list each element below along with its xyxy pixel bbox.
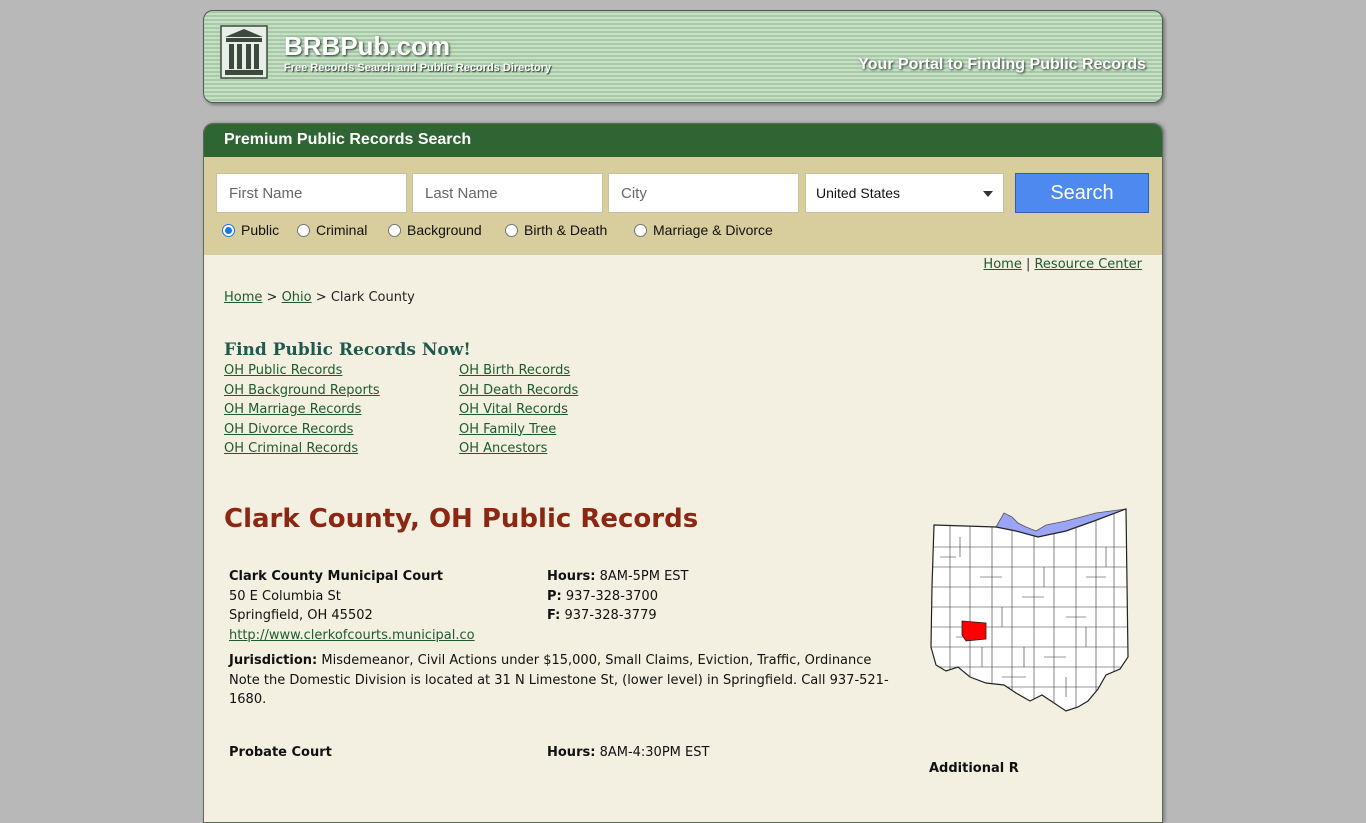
radio-dot-icon (297, 223, 310, 237)
resource-center-link[interactable]: Resource Center (1034, 257, 1142, 272)
office-note: Note the Domestic Division is located at… (229, 672, 889, 708)
city-input[interactable] (608, 173, 799, 213)
main-panel: Premium Public Records Search United Sta… (203, 123, 1163, 823)
radio-criminal[interactable]: Criminal (297, 222, 367, 238)
search-form: United States Search Public Criminal Bac… (204, 157, 1162, 255)
office-name: Probate Court (229, 745, 332, 760)
last-name-input[interactable] (412, 173, 603, 213)
breadcrumb-current: Clark County (330, 290, 415, 305)
office-fax: 937-328-3779 (564, 608, 657, 623)
office-contact: Hours: 8AM-5PM EST P: 937-328-3700 F: 93… (547, 569, 689, 623)
link-oh-birth-records[interactable]: OH Birth Records (459, 363, 570, 378)
ohio-outline (930, 508, 1129, 712)
breadcrumb: Home > Ohio > Clark County (224, 290, 415, 305)
link-oh-death-records[interactable]: OH Death Records (459, 383, 578, 398)
top-home-link[interactable]: Home (983, 257, 1021, 272)
radio-dot-icon (505, 223, 518, 237)
find-links-right: OH Birth Records OH Death Records OH Vit… (459, 363, 578, 461)
link-oh-vital-records[interactable]: OH Vital Records (459, 402, 568, 417)
office-contact: Hours: 8AM-4:30PM EST (547, 745, 710, 760)
breadcrumb-ohio[interactable]: Ohio (282, 290, 312, 305)
link-oh-criminal-records[interactable]: OH Criminal Records (224, 441, 358, 456)
office-municipal-court: Clark County Municipal Court 50 E Columb… (229, 567, 475, 645)
header-tagline: Your Portal to Finding Public Records (858, 56, 1146, 73)
radio-public[interactable]: Public (222, 222, 279, 238)
breadcrumb-home[interactable]: Home (224, 290, 262, 305)
find-records-heading: Find Public Records Now! (224, 340, 471, 360)
ohio-county-map[interactable] (926, 507, 1132, 713)
radio-dot-icon (222, 223, 235, 237)
site-header: BRBPub.com Free Records Search and Publi… (203, 10, 1163, 103)
clark-county-highlight[interactable] (961, 620, 987, 642)
top-links: Home | Resource Center (983, 257, 1142, 272)
office-phone: 937-328-3700 (565, 588, 658, 604)
office-website-link[interactable]: http://www.clerkofcourts.municipal.co (229, 628, 475, 643)
country-select[interactable]: United States (805, 173, 1004, 213)
office-probate-court: Probate Court (229, 743, 332, 763)
radio-background[interactable]: Background (388, 222, 482, 238)
link-oh-ancestors[interactable]: OH Ancestors (459, 441, 547, 456)
radio-marriage-divorce[interactable]: Marriage & Divorce (634, 222, 773, 238)
link-oh-marriage-records[interactable]: OH Marriage Records (224, 402, 361, 417)
radio-dot-icon (634, 223, 647, 237)
brand-subtitle: Free Records Search and Public Records D… (284, 62, 552, 74)
search-panel-title: Premium Public Records Search (204, 124, 1162, 157)
courthouse-logo-icon[interactable] (220, 25, 268, 79)
radio-birth-death[interactable]: Birth & Death (505, 222, 607, 238)
link-oh-family-tree[interactable]: OH Family Tree (459, 422, 556, 437)
office-street: 50 E Columbia St (229, 588, 341, 604)
chevron-down-icon (983, 191, 993, 197)
county-page-title: Clark County, OH Public Records (224, 504, 699, 534)
first-name-input[interactable] (216, 173, 407, 213)
office-hours: 8AM-5PM EST (599, 569, 689, 584)
search-button[interactable]: Search (1015, 173, 1149, 213)
find-links-left: OH Public Records OH Background Reports … (224, 363, 380, 461)
office-jurisdiction: Jurisdiction: Misdemeanor, Civil Actions… (229, 651, 904, 710)
link-oh-public-records[interactable]: OH Public Records (224, 363, 342, 378)
office-name: Clark County Municipal Court (229, 569, 444, 584)
link-oh-background-reports[interactable]: OH Background Reports (224, 383, 380, 398)
radio-dot-icon (388, 223, 401, 237)
country-select-value: United States (816, 185, 901, 201)
office-hours: 8AM-4:30PM EST (599, 745, 710, 760)
office-city: Springfield, OH 45502 (229, 608, 373, 623)
additional-resources-heading: Additional R (929, 761, 1019, 776)
link-oh-divorce-records[interactable]: OH Divorce Records (224, 422, 353, 437)
brand-name[interactable]: BRBPub.com (284, 31, 450, 62)
